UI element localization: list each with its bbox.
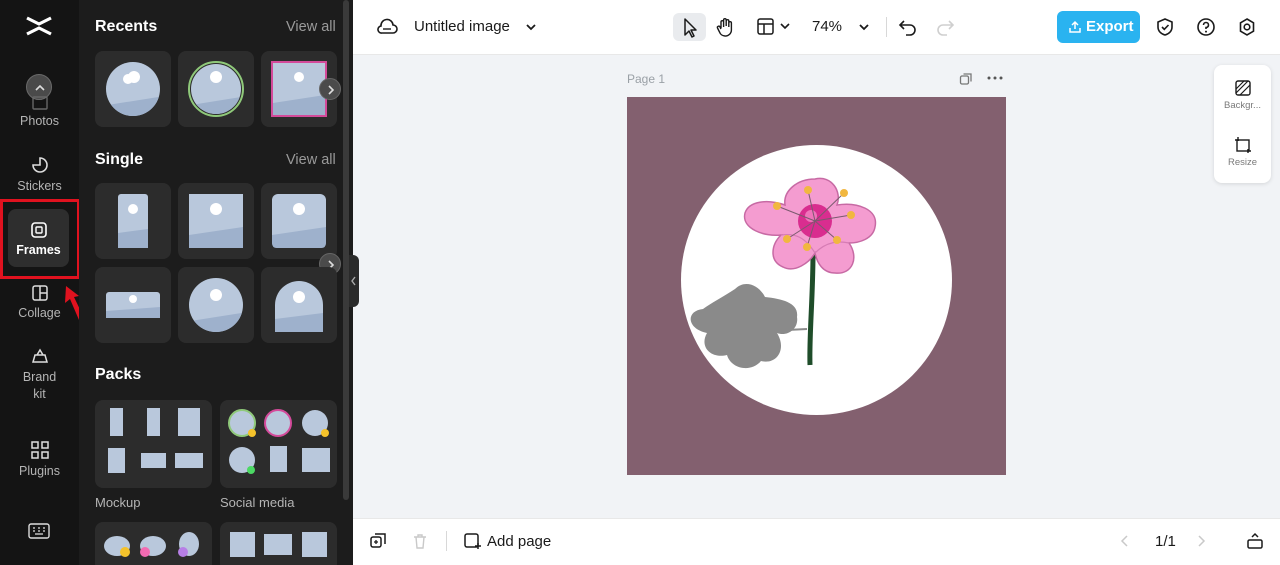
frame-thumb[interactable] bbox=[178, 267, 254, 343]
film-pack-preview bbox=[230, 532, 327, 557]
landscape-frame-preview bbox=[106, 292, 160, 318]
sticker-icon bbox=[31, 157, 48, 173]
rail-item-label: Plugins bbox=[19, 464, 60, 478]
export-button[interactable]: Export bbox=[1057, 11, 1140, 43]
right-side-panel: Backgr... Resize bbox=[1214, 65, 1271, 183]
recents-view-all-link[interactable]: View all bbox=[286, 19, 336, 35]
panel-scrollbar[interactable] bbox=[343, 0, 349, 500]
zoom-level[interactable]: 74% bbox=[812, 18, 842, 35]
rail-item-label: Collage bbox=[18, 306, 61, 320]
frame-thumb[interactable] bbox=[95, 51, 171, 127]
chevron-right-icon[interactable] bbox=[1193, 533, 1209, 549]
shield-check-icon[interactable] bbox=[1155, 17, 1175, 37]
square-frame-preview bbox=[189, 194, 243, 248]
portrait-frame-preview bbox=[118, 194, 148, 248]
frame-thumb[interactable] bbox=[95, 183, 171, 259]
layout-icon bbox=[757, 18, 790, 35]
page-panel-toggle-icon[interactable] bbox=[1246, 532, 1264, 550]
more-options-icon[interactable] bbox=[986, 70, 1004, 86]
settings-gear-icon[interactable] bbox=[1237, 17, 1257, 37]
layout-menu-button[interactable] bbox=[755, 13, 795, 41]
background-label: Backgr... bbox=[1224, 100, 1261, 111]
single-view-all-link[interactable]: View all bbox=[286, 152, 336, 168]
brand-kit-icon bbox=[31, 348, 48, 363]
circle-frame-green-preview bbox=[188, 61, 244, 117]
resize-button[interactable]: Resize bbox=[1214, 136, 1271, 168]
rail-item-brand-kit[interactable]: Brand kit bbox=[0, 347, 79, 403]
photo-icon bbox=[31, 96, 48, 110]
pack-label: Social media bbox=[220, 495, 295, 510]
rail-item-collage[interactable]: Collage bbox=[0, 284, 79, 320]
pack-film[interactable] bbox=[220, 522, 337, 565]
packs-title: Packs bbox=[95, 366, 142, 383]
chevron-left-icon bbox=[351, 276, 356, 286]
arch-frame-preview bbox=[275, 281, 323, 332]
frame-thumb[interactable] bbox=[261, 267, 337, 343]
recents-title: Recents bbox=[95, 18, 158, 35]
help-icon[interactable] bbox=[1196, 17, 1216, 37]
add-page-icon[interactable] bbox=[463, 532, 481, 550]
frame-thumb[interactable] bbox=[178, 183, 254, 259]
flower-image[interactable] bbox=[627, 97, 1006, 475]
rail-item-photos[interactable]: Photos bbox=[0, 96, 79, 128]
social-media-pack-preview bbox=[228, 409, 330, 474]
chevron-down-icon[interactable] bbox=[857, 20, 871, 34]
frame-thumb[interactable] bbox=[95, 267, 171, 343]
canvas-page[interactable] bbox=[627, 97, 1006, 475]
panel-collapse-handle[interactable] bbox=[349, 255, 359, 307]
resize-label: Resize bbox=[1227, 157, 1258, 168]
frames-highlight-box bbox=[0, 199, 80, 279]
trash-icon[interactable] bbox=[411, 532, 429, 550]
recents-next-button[interactable] bbox=[319, 78, 341, 100]
background-button[interactable]: Backgr... bbox=[1214, 79, 1271, 111]
rail-item-label: Photos bbox=[20, 114, 59, 128]
layers-icon[interactable] bbox=[369, 532, 387, 550]
frame-thumb[interactable] bbox=[178, 51, 254, 127]
collage-icon bbox=[31, 285, 48, 301]
document-title[interactable]: Untitled image bbox=[414, 18, 510, 35]
chevron-left-icon[interactable] bbox=[1117, 533, 1133, 549]
plugins-grid-icon bbox=[30, 441, 49, 459]
cursor-arrow-icon bbox=[684, 18, 697, 38]
pack-label: Mockup bbox=[95, 495, 141, 510]
single-title: Single bbox=[95, 151, 144, 168]
toolbar-divider bbox=[886, 17, 887, 37]
resize-icon bbox=[1234, 137, 1251, 153]
hand-tool-button[interactable] bbox=[712, 13, 740, 41]
rail-item-stickers[interactable]: Stickers bbox=[0, 155, 79, 193]
export-label: Export bbox=[1086, 18, 1134, 35]
rounded-frame-preview bbox=[272, 194, 326, 248]
redo-icon[interactable] bbox=[934, 16, 956, 38]
shapes-pack-preview bbox=[104, 532, 199, 557]
undo-icon[interactable] bbox=[897, 16, 919, 38]
chevron-right-icon bbox=[328, 85, 335, 95]
upload-icon bbox=[1069, 20, 1081, 33]
rail-item-plugins[interactable]: Plugins bbox=[0, 440, 79, 478]
rail-item-label: Stickers bbox=[17, 179, 62, 193]
background-icon bbox=[1234, 80, 1251, 96]
duplicate-page-icon[interactable] bbox=[958, 71, 974, 87]
mockup-pack-preview bbox=[108, 408, 203, 473]
page-counter: 1/1 bbox=[1155, 533, 1176, 550]
circle-frame-preview bbox=[189, 278, 243, 332]
select-tool-button[interactable] bbox=[673, 13, 706, 41]
add-page-button[interactable]: Add page bbox=[487, 533, 551, 550]
rail-item-label: Brand kit bbox=[22, 370, 57, 401]
pack-mockup[interactable] bbox=[95, 400, 212, 488]
frame-thumb[interactable] bbox=[261, 183, 337, 259]
cloud-sync-icon[interactable] bbox=[376, 17, 398, 37]
keyboard-icon[interactable] bbox=[28, 523, 50, 539]
chevron-down-icon[interactable] bbox=[524, 20, 538, 34]
circle-frame-preview bbox=[106, 62, 160, 116]
page-label: Page 1 bbox=[627, 72, 666, 86]
hand-icon bbox=[716, 18, 733, 37]
pack-shapes[interactable] bbox=[95, 522, 212, 565]
pack-social-media[interactable] bbox=[220, 400, 337, 488]
bottom-divider bbox=[446, 531, 447, 551]
capcut-logo-icon[interactable] bbox=[24, 12, 54, 40]
